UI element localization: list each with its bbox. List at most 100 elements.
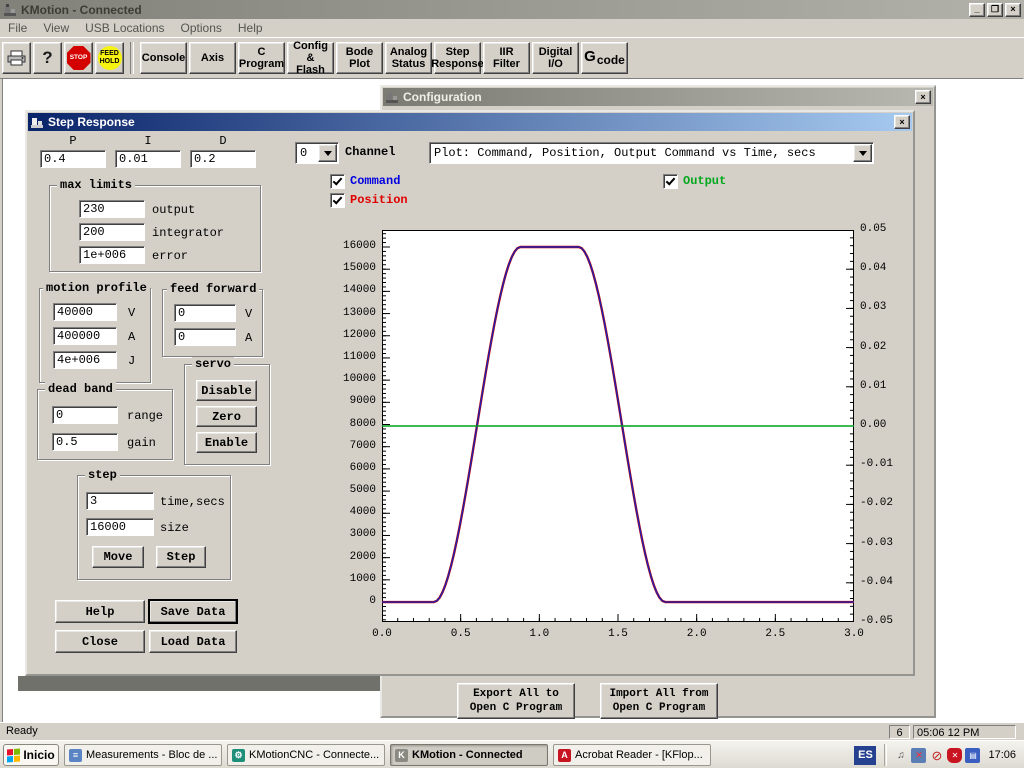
- close-button[interactable]: ×: [1005, 3, 1021, 17]
- servo-zero-button[interactable]: Zero: [196, 406, 257, 427]
- d-field[interactable]: [190, 150, 256, 168]
- profile-jerk-field[interactable]: [53, 351, 117, 369]
- dialog-title: Step Response: [48, 115, 894, 129]
- kmotion-task-icon: K: [395, 749, 408, 762]
- toolbar-config-flash-button[interactable]: Config& Flash: [287, 42, 334, 74]
- status-text: Ready: [6, 725, 38, 737]
- task-kmotioncnc[interactable]: ⚙ KMotionCNC - Connecte...: [227, 744, 385, 766]
- axis-tick-label: 0.04: [860, 262, 912, 274]
- configuration-close-button[interactable]: ×: [915, 90, 931, 104]
- security-shield-icon[interactable]: ✕: [947, 748, 962, 763]
- max-output-field[interactable]: [79, 200, 145, 218]
- axis-tick-label: 0.00: [860, 419, 912, 431]
- deadband-range-field[interactable]: [52, 406, 118, 424]
- axis-tick-label: 3.0: [834, 628, 874, 640]
- i-label: I: [115, 134, 181, 148]
- axis-tick-label: 14000: [324, 284, 376, 296]
- max-integrator-label: integrator: [152, 226, 224, 240]
- print-button[interactable]: [2, 42, 31, 74]
- axis-tick-label: -0.02: [860, 497, 912, 509]
- menu-file[interactable]: File: [0, 19, 35, 37]
- channel-dropdown-icon[interactable]: [318, 144, 337, 162]
- menu-usb-locations[interactable]: USB Locations: [77, 19, 172, 37]
- step-time-label: time,secs: [160, 495, 225, 509]
- language-bar-icon[interactable]: ▤: [965, 748, 980, 763]
- profile-accel-field[interactable]: [53, 327, 117, 345]
- system-tray: ES ♫ ✕ ⊘ ✕ ▤ 17:06: [854, 741, 1024, 768]
- network-error-icon[interactable]: ✕: [911, 748, 926, 763]
- profile-velocity-label: V: [128, 306, 135, 320]
- help-button-dialog[interactable]: Help: [55, 600, 145, 623]
- save-data-button[interactable]: Save Data: [149, 600, 237, 623]
- tray-clock: 17:06: [988, 749, 1016, 761]
- menu-options[interactable]: Options: [173, 19, 230, 37]
- axis-tick-label: -0.04: [860, 576, 912, 588]
- max-integrator-field[interactable]: [79, 223, 145, 241]
- load-data-button[interactable]: Load Data: [149, 630, 237, 653]
- step-response-dialog: Step Response × P I D 0 Channel Plot: Co…: [25, 110, 915, 676]
- max-error-field[interactable]: [79, 246, 145, 264]
- no-entry-icon[interactable]: ⊘: [929, 748, 944, 763]
- servo-disable-button[interactable]: Disable: [196, 380, 257, 401]
- toolbar-axis-button[interactable]: Axis: [189, 42, 236, 74]
- channel-select[interactable]: 0: [295, 142, 339, 164]
- toolbar-iir-filter-button[interactable]: IIRFilter: [483, 42, 530, 74]
- plot-type-select[interactable]: Plot: Command, Position, Output Command …: [429, 142, 874, 164]
- status-cell-num: 6: [889, 725, 910, 739]
- menu-help[interactable]: Help: [230, 19, 271, 37]
- output-checkbox[interactable]: [663, 174, 678, 189]
- axis-tick-label: 0.0: [362, 628, 402, 640]
- volume-icon[interactable]: ♫: [893, 748, 908, 763]
- toolbar-gcode-button[interactable]: Gcode: [581, 42, 628, 74]
- task-acrobat[interactable]: A Acrobat Reader - [KFlop...: [553, 744, 711, 766]
- task-measurements[interactable]: ≡ Measurements - Bloc de ...: [64, 744, 222, 766]
- dialog-icon: [30, 116, 44, 128]
- command-checkbox[interactable]: [330, 174, 345, 189]
- profile-velocity-field[interactable]: [53, 303, 117, 321]
- step-time-field[interactable]: [86, 492, 154, 510]
- step-size-field[interactable]: [86, 518, 154, 536]
- max-error-label: error: [152, 249, 188, 263]
- axis-tick-label: 10000: [324, 373, 376, 385]
- toolbar-c-program-button[interactable]: CProgram: [238, 42, 285, 74]
- toolbar-bode-plot-button[interactable]: BodePlot: [336, 42, 383, 74]
- position-checkbox[interactable]: [330, 193, 345, 208]
- menu-view[interactable]: View: [35, 19, 77, 37]
- p-field[interactable]: [40, 150, 106, 168]
- servo-enable-button[interactable]: Enable: [196, 432, 257, 453]
- p-label: P: [40, 134, 106, 148]
- ff-accel-field[interactable]: [174, 328, 236, 346]
- axis-tick-label: -0.03: [860, 537, 912, 549]
- task-kmotion[interactable]: K KMotion - Connected: [390, 744, 548, 766]
- dialog-close-button[interactable]: ×: [894, 115, 910, 129]
- windows-logo-icon: [7, 748, 20, 762]
- axis-tick-label: 1.5: [598, 628, 638, 640]
- position-checkbox-label: Position: [350, 193, 408, 207]
- language-indicator[interactable]: ES: [854, 746, 876, 765]
- restore-button[interactable]: ❐: [987, 3, 1003, 17]
- toolbar-digital-io-button[interactable]: DigitalI/O: [532, 42, 579, 74]
- minimize-button[interactable]: _: [969, 3, 985, 17]
- start-button[interactable]: Inicio: [3, 744, 59, 766]
- deadband-gain-field[interactable]: [52, 433, 118, 451]
- stop-button[interactable]: STOP: [64, 42, 93, 74]
- import-all-button[interactable]: Import All fromOpen C Program: [600, 683, 718, 719]
- toolbar-console-button[interactable]: Console: [140, 42, 187, 74]
- toolbar-analog-status-button[interactable]: AnalogStatus: [385, 42, 432, 74]
- profile-accel-label: A: [128, 330, 135, 344]
- move-button[interactable]: Move: [92, 546, 144, 568]
- export-all-button[interactable]: Export All toOpen C Program: [457, 683, 575, 719]
- feed-hold-button[interactable]: FEEDHOLD: [95, 42, 124, 74]
- ff-velocity-field[interactable]: [174, 304, 236, 322]
- axis-tick-label: 6000: [324, 462, 376, 474]
- status-cell-time: 05:06 12 PM: [913, 725, 1016, 739]
- step-button[interactable]: Step: [156, 546, 206, 568]
- servo-group: servo Disable Zero Enable: [184, 364, 270, 465]
- axis-tick-label: 0: [324, 595, 376, 607]
- close-button-dialog[interactable]: Close: [55, 630, 145, 653]
- plot-dropdown-icon[interactable]: [853, 144, 872, 162]
- axis-tick-label: 13000: [324, 307, 376, 319]
- help-button[interactable]: ?: [33, 42, 62, 74]
- i-field[interactable]: [115, 150, 181, 168]
- toolbar-step-response-button[interactable]: StepResponse: [434, 42, 481, 74]
